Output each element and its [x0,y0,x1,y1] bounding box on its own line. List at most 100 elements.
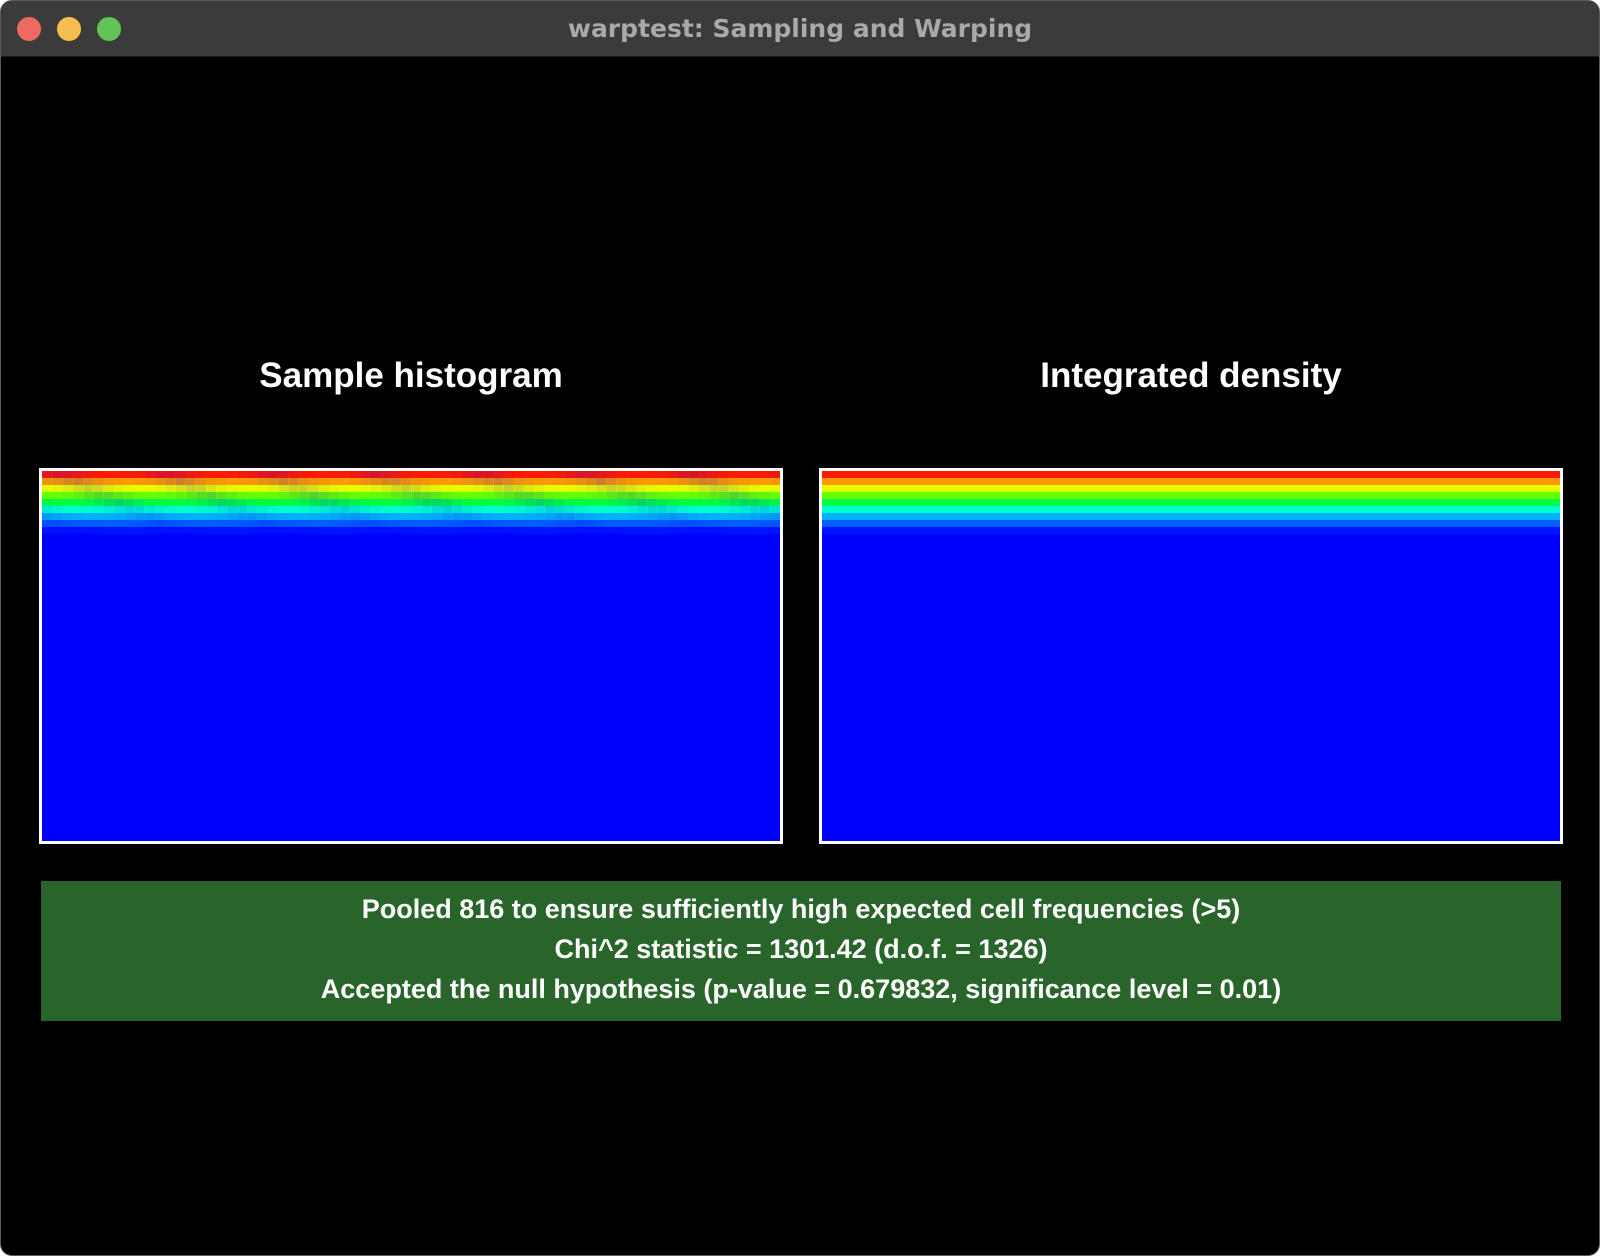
heatmap-cell [431,520,443,527]
heatmap-cell [72,527,84,534]
heatmap-cell [216,527,228,534]
heatmap-cell [236,478,248,485]
heatmap-cell [206,499,217,506]
heatmap-cell [277,492,289,499]
heatmap-cell [708,485,720,492]
heatmap-cell [390,520,402,527]
heatmap-cell [687,520,699,527]
heatmap-cell [216,506,228,513]
heatmap-cell [329,513,340,520]
heatmap-cell [595,499,607,506]
heatmap-cell [62,485,74,492]
heatmap-cell [493,506,504,513]
heatmap-cell [400,492,412,499]
heatmap-cell [298,471,310,478]
heatmap-cell [124,471,135,478]
heatmap-cell [421,520,433,527]
heatmap-cell [575,485,586,492]
heatmap-cell [72,520,84,527]
heatmap-cell [452,478,463,485]
heatmap-cell [513,485,525,492]
heatmap-cell [165,506,176,513]
heatmap-cell [544,478,556,485]
heatmap-cell [605,492,617,499]
heatmap-cell [626,527,638,534]
heatmap-cell [195,492,207,499]
heatmap-cell [267,471,279,478]
heatmap-cell [441,492,453,499]
heatmap-cell [370,499,381,506]
heatmap-cell [93,471,105,478]
heatmap-cell [226,506,238,513]
heatmap-cell [626,520,638,527]
title-bar[interactable]: warptest: Sampling and Warping [1,1,1599,57]
heatmap-cell [288,485,299,492]
heatmap-cell [359,485,371,492]
heatmap-cell [318,527,330,534]
heatmap-cell [482,478,494,485]
heatmap-cell [103,513,115,520]
heatmap-cell [267,520,279,527]
heatmap-cell [62,471,74,478]
heatmap-cell [749,492,761,499]
heatmap-cell [257,513,269,520]
heatmap-cell [482,520,494,527]
heatmap-cell [390,506,402,513]
heatmap-cell [421,499,433,506]
heatmap-cell [247,520,258,527]
sample-histogram-title: Sample histogram [259,356,563,395]
heatmap-cell [431,492,443,499]
heatmap-cell [308,499,320,506]
heatmap-cell [93,478,105,485]
heatmap-cell [636,513,648,520]
heatmap-cell [380,506,392,513]
heatmap-cell [575,471,586,478]
heatmap-cell [718,506,730,513]
heatmap-cell [134,527,146,534]
heatmap-cell [482,527,494,534]
heatmap-cell [493,520,504,527]
heatmap-cell [390,492,402,499]
heatmap-cell [822,499,1560,506]
heatmap-cell [380,499,392,506]
heatmap-cell [124,485,135,492]
heatmap-cell [708,478,720,485]
heatmap-cell [759,527,771,534]
heatmap-cell [277,471,289,478]
heatmap-cell [728,478,740,485]
heatmap-cell [216,492,228,499]
heatmap-cell [72,506,84,513]
heatmap-cell [646,499,658,506]
heatmap-cell [411,485,422,492]
heatmap-cell [400,485,412,492]
heatmap-cell [257,527,269,534]
heatmap-cell [585,520,597,527]
heatmap-cell [298,499,310,506]
heatmap-cell [52,520,64,527]
heatmap-cell [277,513,289,520]
heatmap-cell [298,513,310,520]
heatmap-cell [636,478,648,485]
heatmap-cell [657,485,668,492]
heatmap-cell [769,520,780,527]
heatmap-cell [216,520,228,527]
heatmap-cell [267,485,279,492]
heatmap-cell [308,513,320,520]
heatmap-cell [185,478,197,485]
heatmap-cell [52,492,64,499]
heatmap-cell [667,506,679,513]
heatmap-cell [698,492,709,499]
heatmap-cell [277,520,289,527]
heatmap-cell [605,506,617,513]
heatmap-cell [595,520,607,527]
heatmap-cell [462,520,474,527]
heatmap-cell [93,527,105,534]
heatmap-cell [134,485,146,492]
heatmap-cell [431,527,443,534]
heatmap-cell [739,520,750,527]
window-title: warptest: Sampling and Warping [567,14,1033,43]
heatmap-cell [534,485,545,492]
heatmap-cell [134,478,146,485]
heatmap-cell [718,527,730,534]
heatmap-cell [718,471,730,478]
